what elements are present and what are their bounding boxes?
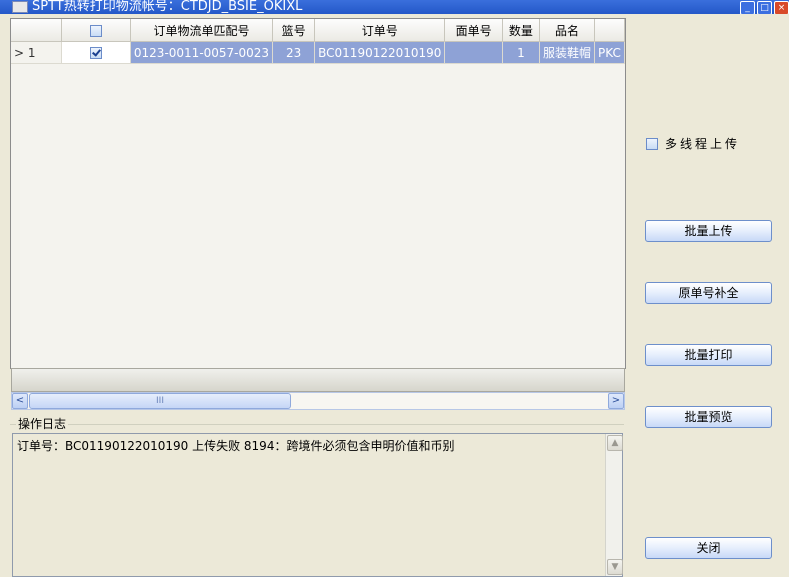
cell-match-no[interactable]: 0123-0011-0057-0023 (130, 41, 274, 64)
close-window-button[interactable]: × (774, 1, 789, 14)
batch-print-button[interactable]: 批量打印 (645, 344, 772, 366)
order-table: 订单物流单匹配号 篮号 订单号 面单号 数量 品名 > 1 0123-0011-… (11, 19, 625, 64)
minimize-button[interactable]: _ (740, 1, 755, 14)
col-header-basket-no[interactable]: 篮号 (272, 19, 316, 42)
col-header-rowmarker (11, 19, 63, 42)
maximize-button[interactable]: □ (757, 1, 772, 14)
col-header-extra[interactable] (594, 19, 625, 42)
close-button[interactable]: 关闭 (645, 537, 772, 559)
horizontal-scrollbar[interactable]: < III > (11, 392, 625, 410)
cell-quantity[interactable]: 1 (502, 41, 540, 64)
window-titlebar: SPTT热转打印物流帐号：CTDJD_BSIE_OKIXL _ □ × (0, 0, 789, 14)
window-title: SPTT热转打印物流帐号：CTDJD_BSIE_OKIXL (32, 0, 303, 14)
multithread-upload-label[interactable]: 多线程上传 (665, 135, 740, 152)
row-marker[interactable]: > 1 (11, 41, 63, 64)
scroll-thumb[interactable]: III (29, 393, 291, 409)
row-select-checkbox[interactable] (90, 47, 103, 59)
log-message: 订单号：BC01190122010190 上传失败 8194：跨境件必须包含申明… (17, 439, 455, 453)
select-all-checkbox[interactable] (90, 24, 103, 37)
cell-extra[interactable]: PKC (594, 41, 625, 64)
col-header-waybill-no[interactable]: 面单号 (444, 19, 503, 42)
col-header-quantity[interactable]: 数量 (502, 19, 540, 42)
grid-footer-bar (11, 368, 625, 392)
complete-original-number-button[interactable]: 原单号补全 (645, 282, 772, 304)
row-select-cell[interactable] (61, 41, 131, 64)
grid-header-row: 订单物流单匹配号 篮号 订单号 面单号 数量 品名 (11, 19, 625, 42)
table-row[interactable]: > 1 0123-0011-0057-0023 23 BC01190122010… (11, 41, 625, 64)
scroll-left-button[interactable]: < (12, 393, 28, 409)
batch-preview-button[interactable]: 批量预览 (645, 406, 772, 428)
batch-upload-button[interactable]: 批量上传 (645, 220, 772, 242)
scroll-down-arrow-icon[interactable]: ▼ (607, 559, 623, 575)
col-header-select[interactable] (61, 19, 131, 42)
cell-product-name[interactable]: 服装鞋帽 (539, 41, 596, 64)
multithread-upload-option[interactable]: 多线程上传 (646, 135, 740, 152)
cell-order-no[interactable]: BC01190122010190 (314, 41, 446, 64)
col-header-order-no[interactable]: 订单号 (314, 19, 446, 42)
order-grid[interactable]: 订单物流单匹配号 篮号 订单号 面单号 数量 品名 > 1 0123-0011-… (10, 18, 626, 369)
operation-log-textarea[interactable]: 订单号：BC01190122010190 上传失败 8194：跨境件必须包含申明… (12, 433, 623, 577)
col-header-match-no[interactable]: 订单物流单匹配号 (130, 19, 274, 42)
multithread-upload-checkbox[interactable] (646, 137, 658, 150)
cell-basket-no[interactable]: 23 (272, 41, 316, 64)
log-vertical-scrollbar[interactable]: ▲ ▼ (605, 434, 623, 576)
operation-log-group: 操作日志 订单号：BC01190122010190 上传失败 8194：跨境件必… (10, 415, 624, 577)
scroll-right-button[interactable]: > (608, 393, 624, 409)
col-header-product-name[interactable]: 品名 (539, 19, 596, 42)
operation-log-title: 操作日志 (16, 415, 69, 432)
app-icon (12, 1, 28, 13)
scroll-up-arrow-icon[interactable]: ▲ (607, 435, 623, 451)
cell-waybill-no[interactable] (444, 41, 503, 64)
